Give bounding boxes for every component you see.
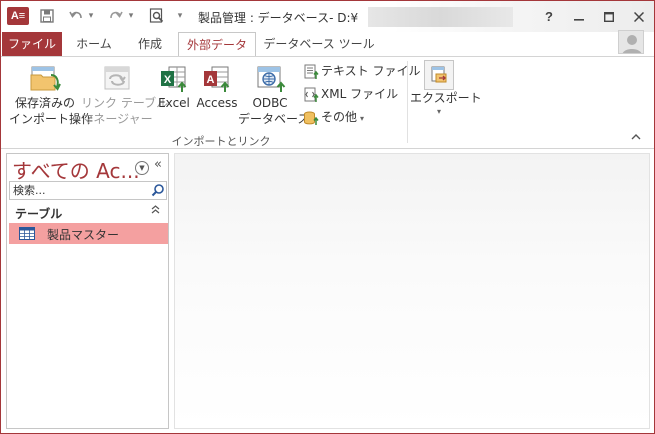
linked-table-manager-label-1: リンク テーブル xyxy=(81,96,169,110)
linked-table-manager-icon xyxy=(104,66,130,90)
ribbon-tabs: ファイル ホーム 作成 外部データ データベース ツール xyxy=(1,30,654,57)
shutter-bar-close-icon[interactable]: « xyxy=(154,157,162,172)
access-logo[interactable]: A≡ xyxy=(7,7,29,25)
excel-label: Excel xyxy=(158,96,190,110)
navigation-pane: すべての Ac... ▼ « テーブル 製品マスター xyxy=(6,153,169,429)
group-label-import-link: インポートとリンク xyxy=(171,135,271,148)
saved-imports-icon xyxy=(30,66,61,91)
redo-icon[interactable] xyxy=(107,6,125,26)
odbc-label-2: データベース xyxy=(238,112,310,126)
odbc-label-1: ODBC xyxy=(252,96,288,110)
xml-file-import-button[interactable]: XML ファイル xyxy=(303,84,398,104)
collapse-group-icon[interactable] xyxy=(151,205,160,217)
nav-item-product-master[interactable]: 製品マスター xyxy=(9,223,168,244)
user-avatar-icon[interactable] xyxy=(618,30,644,54)
tab-database-tools[interactable]: データベース ツール xyxy=(263,32,375,56)
collapse-ribbon-icon[interactable] xyxy=(631,133,645,144)
ribbon: 保存済みの インポート操作 リンク テーブル マネージャー X Excel A … xyxy=(1,56,654,149)
help-button[interactable]: ? xyxy=(538,7,560,27)
nav-item-label: 製品マスター xyxy=(47,228,120,242)
redacted-path xyxy=(368,7,513,27)
text-file-label: テキスト ファイル xyxy=(321,64,421,78)
undo-icon[interactable] xyxy=(67,6,85,26)
xml-file-icon xyxy=(304,87,319,102)
tab-file[interactable]: ファイル xyxy=(2,32,62,56)
export-label: エクスポート xyxy=(410,91,482,105)
window-title: 製品管理 : データベース- D:¥ xyxy=(198,11,359,25)
save-icon[interactable] xyxy=(37,6,57,26)
saved-imports-label-1: 保存済みの xyxy=(14,96,75,110)
odbc-icon xyxy=(257,66,286,92)
text-file-import-button[interactable]: テキスト ファイル xyxy=(303,61,420,81)
chevron-down-icon: ▾ xyxy=(360,114,365,123)
saved-imports-label-2: インポート操作 xyxy=(9,112,94,126)
document-workspace xyxy=(174,153,650,429)
svg-text:X: X xyxy=(164,74,172,86)
chevron-down-icon[interactable]: ▾ xyxy=(125,6,137,26)
access-label: Access xyxy=(196,96,238,110)
maximize-button[interactable] xyxy=(598,7,620,27)
linked-table-manager-label-2: マネージャー xyxy=(81,112,153,126)
export-button[interactable]: エクスポート ▾ xyxy=(410,60,482,118)
print-preview-icon[interactable] xyxy=(147,6,167,26)
chevron-down-icon[interactable]: ▾ xyxy=(85,6,97,26)
customize-qat-icon[interactable]: ▾ xyxy=(174,6,186,26)
database-more-icon xyxy=(304,111,319,125)
excel-import-button[interactable]: X Excel xyxy=(155,63,193,111)
table-icon xyxy=(19,227,35,243)
ribbon-separator xyxy=(407,61,408,143)
nav-group-tables[interactable]: テーブル xyxy=(10,204,167,222)
xml-file-label: XML ファイル xyxy=(321,87,399,101)
svg-text:A: A xyxy=(207,74,215,86)
linked-table-manager-button[interactable]: リンク テーブル マネージャー xyxy=(81,63,169,127)
access-icon: A xyxy=(204,66,230,92)
nav-search-input[interactable] xyxy=(10,182,148,199)
tab-home[interactable]: ホーム xyxy=(69,32,119,56)
saved-imports-button[interactable]: 保存済みの インポート操作 xyxy=(9,63,94,127)
nav-search-box xyxy=(9,181,167,200)
access-window: A≡ ▾ ▾ ▾ 製品管理 : データベース- D:¥ ? ファイル ホーム 作… xyxy=(0,0,655,434)
chevron-down-icon: ▾ xyxy=(436,107,441,116)
nav-group-label: テーブル xyxy=(15,207,63,221)
excel-icon: X xyxy=(161,66,187,92)
odbc-database-button[interactable]: ODBC データベース xyxy=(238,63,310,127)
minimize-button[interactable] xyxy=(568,7,590,27)
more-label: その他 xyxy=(321,110,358,124)
nav-pane-title[interactable]: すべての Ac... xyxy=(12,155,140,184)
tab-external-data[interactable]: 外部データ xyxy=(178,32,256,57)
search-icon[interactable] xyxy=(151,183,165,197)
more-import-button[interactable]: その他 ▾ xyxy=(303,107,364,127)
tab-create[interactable]: 作成 xyxy=(125,32,175,56)
export-icon xyxy=(424,60,454,90)
nav-menu-chevron-icon[interactable]: ▼ xyxy=(135,161,149,175)
close-button[interactable] xyxy=(628,7,650,27)
access-import-button[interactable]: A Access xyxy=(196,63,238,111)
text-file-icon xyxy=(304,64,319,79)
title-bar: A≡ ▾ ▾ ▾ 製品管理 : データベース- D:¥ ? xyxy=(1,1,654,32)
